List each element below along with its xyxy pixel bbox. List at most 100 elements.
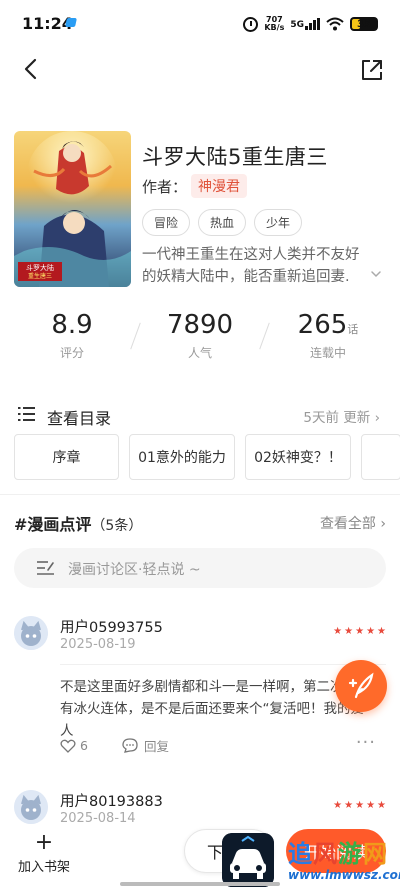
review-date: 2025-08-19 xyxy=(60,637,136,652)
stat-value: 265 xyxy=(297,310,348,340)
back-button[interactable] xyxy=(16,54,44,84)
alarm-icon xyxy=(243,16,259,32)
chapter-item[interactable]: 01意外的能力 xyxy=(129,434,235,480)
chapter-item[interactable]: 序章 xyxy=(14,434,119,480)
comment-input[interactable]: 漫画讨论区·轻点说 ~ xyxy=(14,548,386,588)
watermark-letter: 追 xyxy=(288,840,313,868)
review-actions: 6 回复 xyxy=(60,736,169,755)
genre-tag[interactable]: 少年 xyxy=(254,209,303,236)
cover-logo-bottom: 重生唐三 xyxy=(28,272,52,280)
like-count: 6 xyxy=(80,738,88,753)
star-icon: ★ xyxy=(366,800,376,811)
reply-icon xyxy=(122,738,138,753)
reply-label: 回复 xyxy=(143,739,169,754)
watermark-letter: 网 xyxy=(363,840,388,868)
star-rating: ★ ★ ★ ★ ★ xyxy=(333,800,386,811)
download-label: 下 xyxy=(207,843,224,862)
catalog-update[interactable]: 5天前 更新 › xyxy=(303,406,380,426)
watermark-letter: 游 xyxy=(338,840,363,868)
share-icon[interactable] xyxy=(358,56,386,84)
star-rating: ★ ★ ★ ★ ★ xyxy=(333,626,386,637)
author-row: 作者： 神漫君 xyxy=(142,174,248,198)
watermark: 追风游网 www.lmwwsz.com xyxy=(288,840,400,882)
stat-suffix: 话 xyxy=(347,323,359,336)
edit-comment-icon xyxy=(37,561,54,575)
user-avatar-icon xyxy=(14,790,48,824)
watermark-title: 追风游网 xyxy=(288,840,400,868)
network-speed-unit: KB/s xyxy=(264,23,285,32)
write-review-button[interactable] xyxy=(335,660,387,712)
reviews-count: （5条） xyxy=(91,518,143,534)
more-options-icon[interactable]: ··· xyxy=(356,732,376,753)
battery-text: 35 xyxy=(357,18,371,30)
view-all-reviews-link[interactable]: 查看全部 › xyxy=(320,513,386,533)
catalog-update-text: 5天前 更新 xyxy=(303,410,371,426)
reviews-header: #漫画点评（5条） 查看全部 › xyxy=(0,508,400,536)
view-all-text: 查看全部 xyxy=(319,516,376,532)
genre-tag[interactable]: 热血 xyxy=(198,209,247,236)
chapter-list: 序章 01意外的能力 02妖神变？！ xyxy=(14,434,400,482)
stat-value: 8.9 xyxy=(51,310,93,340)
watermark-car-logo-icon xyxy=(222,833,274,887)
stat-popularity: 7890 人气 xyxy=(140,310,260,361)
book-cover[interactable]: 斗罗大陆 重生唐三 xyxy=(14,131,131,287)
like-button[interactable]: 6 xyxy=(60,738,88,753)
add-to-shelf-label: 加入书架 xyxy=(17,860,70,875)
watermark-title-text: 追风游网 xyxy=(288,840,388,868)
author-label: 作者： xyxy=(142,177,188,196)
genre-tags: 冒险 热血 少年 xyxy=(142,209,303,236)
add-to-shelf-button[interactable]: + 加入书架 xyxy=(12,830,76,876)
chevron-right-icon: › xyxy=(380,516,386,532)
user-avatar-icon xyxy=(14,616,48,650)
watermark-url: www.lmwwsz.com xyxy=(288,868,400,882)
genre-tag[interactable]: 冒险 xyxy=(142,209,191,236)
chapter-item[interactable]: 02妖神变？！ xyxy=(245,434,351,480)
quill-icon xyxy=(348,672,374,699)
avatar[interactable] xyxy=(14,616,48,650)
home-indicator xyxy=(120,882,280,886)
star-icon: ★ xyxy=(377,800,386,811)
reviews-title: #漫画点评（5条） xyxy=(14,511,142,535)
author-name[interactable]: 神漫君 xyxy=(191,174,248,198)
plus-icon: + xyxy=(34,830,54,855)
chevron-right-icon: › xyxy=(374,410,380,426)
reviews-title-text: #漫画点评 xyxy=(14,515,92,534)
book-stats: 8.9 评分 7890 人气 265话 连载中 xyxy=(0,310,400,372)
network-speed: 707 KB/s xyxy=(264,16,284,32)
status-indicators: 707 KB/s 5G 35 xyxy=(243,14,378,34)
signal-bars-icon xyxy=(305,18,320,30)
star-icon: ★ xyxy=(355,800,365,811)
cellular-signal: 5G xyxy=(290,18,320,30)
status-bar: 11:24 707 KB/s 5G 35 xyxy=(0,0,400,48)
review-text[interactable]: 不是这里面好多剧情都和斗一是一样啊，第二次 有冰火连体，是不是后面还要来个“复活… xyxy=(60,676,370,742)
chevron-down-icon[interactable] xyxy=(370,268,382,280)
star-icon: ★ xyxy=(355,626,365,637)
stat-label: 评分 xyxy=(59,346,84,360)
chevron-left-icon xyxy=(24,58,37,80)
battery-indicator: 35 xyxy=(350,17,378,31)
heart-icon xyxy=(60,739,76,753)
star-icon: ★ xyxy=(366,626,376,637)
signal-label: 5G xyxy=(290,20,304,30)
catalog-title: 查看目录 xyxy=(47,409,112,428)
reply-button[interactable]: 回复 xyxy=(122,736,169,755)
star-icon: ★ xyxy=(344,626,354,637)
avatar[interactable] xyxy=(14,790,48,824)
review-divider xyxy=(60,664,386,665)
stat-rating: 8.9 评分 xyxy=(12,310,132,361)
stat-label: 连载中 xyxy=(309,346,346,360)
review-username[interactable]: 用户80193883 xyxy=(60,790,163,811)
section-divider xyxy=(0,494,400,495)
catalog-header[interactable]: 查看目录 5天前 更新 › xyxy=(0,400,400,430)
stat-value: 7890 xyxy=(166,310,234,340)
app-notification-icon xyxy=(65,18,77,27)
stat-chapters: 265话 连载中 xyxy=(268,310,388,361)
chapter-item[interactable] xyxy=(361,434,400,480)
review-username[interactable]: 用户05993755 xyxy=(60,616,163,637)
description-line: 的妖精大陆中，能否重新追回妻. xyxy=(142,269,350,285)
description-line: 一代神王重生在这对人类并不友好 xyxy=(142,247,360,263)
list-icon xyxy=(18,407,35,421)
book-description[interactable]: 一代神王重生在这对人类并不友好 的妖精大陆中，能否重新追回妻. xyxy=(142,244,392,288)
cover-logo-top: 斗罗大陆 xyxy=(26,263,54,272)
star-icon: ★ xyxy=(333,626,343,637)
